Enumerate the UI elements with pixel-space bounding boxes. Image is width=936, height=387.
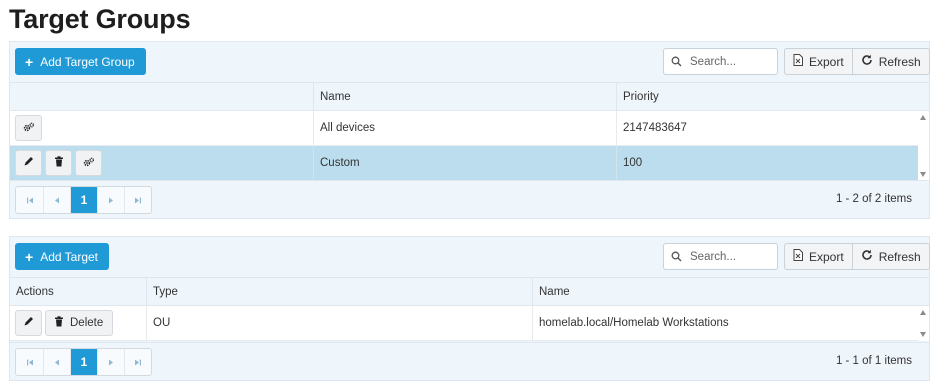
plus-icon: +	[25, 248, 34, 265]
pager: 1 1 - 1 of 1 items	[10, 342, 929, 380]
first-page-icon[interactable]	[16, 187, 43, 213]
current-page-button[interactable]: 1	[70, 349, 97, 375]
pager-buttons: 1	[15, 186, 152, 214]
cell-priority: 100	[616, 146, 920, 180]
gears-icon	[23, 122, 35, 135]
trash-icon	[54, 316, 64, 330]
page-title: Target Groups	[9, 4, 191, 34]
scroll-down-icon[interactable]	[920, 332, 926, 337]
row-actions	[10, 146, 314, 180]
cell-name: All devices	[313, 111, 617, 145]
column-header-priority[interactable]: Priority	[616, 83, 920, 111]
search-icon	[664, 251, 688, 262]
search-icon	[664, 56, 688, 67]
table-header: Name Priority	[10, 82, 929, 111]
add-target-group-button[interactable]: + Add Target Group	[15, 48, 146, 75]
table-row[interactable]: Delete OU homelab.local/Homelab Workstat…	[10, 306, 918, 341]
scroll-up-icon[interactable]	[920, 310, 926, 315]
table-body: Delete OU homelab.local/Homelab Workstat…	[10, 306, 929, 341]
scroll-up-icon[interactable]	[920, 115, 926, 120]
row-actions: Delete	[10, 306, 147, 340]
grid-toolbar: + Add Target Export Refresh	[10, 237, 930, 277]
column-header-name[interactable]: Name	[313, 83, 617, 111]
prev-page-icon[interactable]	[43, 349, 70, 375]
delete-button[interactable]	[45, 150, 72, 176]
export-button[interactable]: Export	[785, 49, 852, 74]
next-page-icon[interactable]	[97, 349, 124, 375]
export-refresh-group: Export Refresh	[784, 243, 930, 270]
target-groups-grid: + Add Target Group Export Refresh	[9, 41, 930, 219]
table-body: All devices 2147483647 Custom 100	[10, 111, 929, 181]
pager-buttons: 1	[15, 348, 152, 376]
plus-icon: +	[25, 53, 34, 70]
prev-page-icon[interactable]	[43, 187, 70, 213]
pencil-icon	[23, 156, 34, 170]
pencil-icon	[23, 316, 34, 330]
table-row-selected[interactable]: Custom 100	[10, 146, 918, 181]
export-label: Export	[809, 249, 844, 264]
cell-name: Custom	[313, 146, 617, 180]
delete-label: Delete	[70, 317, 104, 329]
scroll-down-icon[interactable]	[920, 172, 926, 177]
export-label: Export	[809, 54, 844, 69]
export-refresh-group: Export Refresh	[784, 48, 930, 75]
refresh-button[interactable]: Refresh	[851, 49, 929, 74]
column-header-actions	[10, 83, 314, 111]
refresh-label: Refresh	[878, 249, 921, 264]
refresh-button[interactable]: Refresh	[851, 244, 929, 269]
last-page-icon[interactable]	[124, 349, 151, 375]
add-target-group-label: Add Target Group	[40, 54, 135, 69]
refresh-icon	[861, 249, 873, 264]
edit-button[interactable]	[15, 310, 42, 336]
search-box	[663, 243, 778, 270]
cell-priority: 2147483647	[616, 111, 920, 145]
pager-info: 1 - 2 of 2 items	[835, 193, 912, 205]
row-actions	[10, 111, 314, 145]
settings-button[interactable]	[15, 115, 42, 141]
next-page-icon[interactable]	[97, 187, 124, 213]
current-page-button[interactable]: 1	[70, 187, 97, 213]
cell-name: homelab.local/Homelab Workstations	[532, 306, 919, 340]
export-icon	[793, 54, 803, 69]
search-input[interactable]	[690, 55, 770, 68]
edit-button[interactable]	[15, 150, 42, 176]
first-page-icon[interactable]	[16, 349, 43, 375]
vertical-scrollbar[interactable]	[918, 306, 929, 341]
settings-button[interactable]	[75, 150, 102, 176]
vertical-scrollbar[interactable]	[918, 111, 929, 181]
cell-type: OU	[146, 306, 533, 340]
add-target-label: Add Target	[40, 249, 99, 264]
refresh-label: Refresh	[878, 54, 921, 69]
export-button[interactable]: Export	[785, 244, 852, 269]
column-header-name[interactable]: Name	[532, 278, 919, 306]
refresh-icon	[861, 54, 873, 69]
table-header: Actions Type Name	[10, 277, 929, 306]
targets-grid: + Add Target Export Refresh	[9, 236, 930, 381]
trash-icon	[54, 156, 64, 170]
export-icon	[793, 249, 803, 264]
add-target-button[interactable]: + Add Target	[15, 243, 110, 270]
last-page-icon[interactable]	[124, 187, 151, 213]
gears-icon	[83, 157, 95, 170]
search-input[interactable]	[690, 250, 770, 263]
column-header-type[interactable]: Type	[146, 278, 533, 306]
delete-button[interactable]: Delete	[45, 310, 114, 336]
pager-info: 1 - 1 of 1 items	[835, 355, 912, 367]
table-row[interactable]: All devices 2147483647	[10, 111, 918, 146]
grid-toolbar: + Add Target Group Export Refresh	[10, 42, 930, 82]
pager: 1 1 - 2 of 2 items	[10, 180, 929, 218]
column-header-actions: Actions	[16, 286, 54, 298]
search-box	[663, 48, 778, 75]
